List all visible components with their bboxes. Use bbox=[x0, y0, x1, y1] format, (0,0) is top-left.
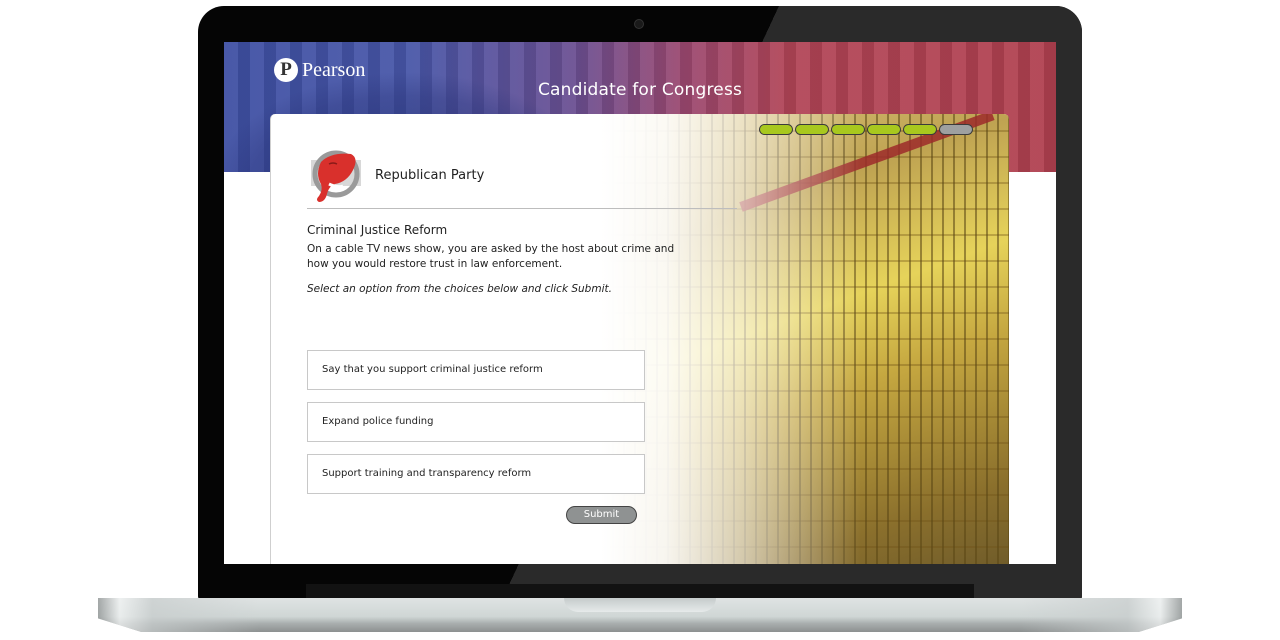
answer-option[interactable]: Expand police funding bbox=[307, 402, 645, 442]
divider bbox=[307, 208, 737, 209]
progress-segment-complete bbox=[831, 124, 865, 135]
app-title: Candidate for Congress bbox=[537, 80, 743, 100]
pearson-logo: P Pearson bbox=[274, 58, 365, 82]
progress-indicator bbox=[759, 124, 973, 135]
pearson-logo-icon: P bbox=[274, 58, 298, 82]
elephant-icon bbox=[307, 146, 365, 204]
progress-segment-incomplete bbox=[939, 124, 973, 135]
party-name: Republican Party bbox=[375, 167, 485, 183]
submit-button[interactable]: Submit bbox=[566, 506, 637, 524]
laptop-hinge bbox=[306, 584, 974, 598]
question-card: Republican Party Criminal Justice Reform… bbox=[270, 114, 1009, 564]
party-header: Republican Party bbox=[307, 146, 484, 204]
pearson-logo-text: Pearson bbox=[302, 58, 366, 81]
question-instruction: Select an option from the choices below … bbox=[307, 283, 612, 295]
image-fade bbox=[601, 114, 861, 564]
progress-segment-complete bbox=[759, 124, 793, 135]
question-title: Criminal Justice Reform bbox=[307, 223, 448, 237]
laptop-lid: P Pearson Candidate for Congress Republi… bbox=[198, 6, 1082, 602]
progress-segment-complete bbox=[903, 124, 937, 135]
camera-icon bbox=[634, 19, 644, 29]
progress-segment-complete bbox=[795, 124, 829, 135]
answer-option[interactable]: Support training and transparency reform bbox=[307, 454, 645, 494]
laptop-base bbox=[98, 598, 1182, 632]
question-body: On a cable TV news show, you are asked b… bbox=[307, 243, 675, 270]
progress-segment-complete bbox=[867, 124, 901, 135]
app-screen: P Pearson Candidate for Congress Republi… bbox=[224, 42, 1056, 564]
laptop-notch bbox=[564, 598, 716, 612]
answer-option[interactable]: Say that you support criminal justice re… bbox=[307, 350, 645, 390]
